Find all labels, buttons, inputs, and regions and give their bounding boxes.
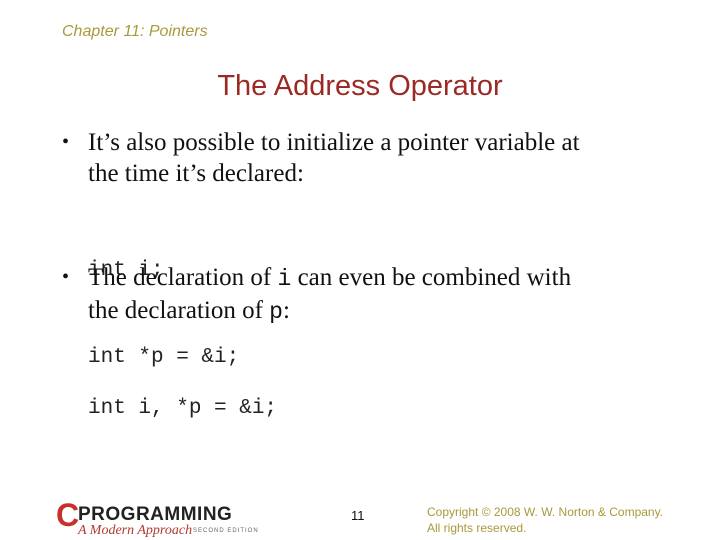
- bullet-line: It’s also possible to initialize a point…: [88, 129, 580, 156]
- copyright: Copyright © 2008 W. W. Norton & Company.…: [427, 504, 663, 536]
- bullet-icon: •: [62, 131, 70, 153]
- logo-c-icon: C: [56, 497, 80, 533]
- text-span: :: [282, 297, 290, 324]
- copyright-line: All rights reserved.: [427, 521, 527, 535]
- inline-code: p: [269, 299, 283, 325]
- code-block: int i, *p = &i;: [88, 336, 277, 452]
- bullet-text: It’s also possible to initialize a point…: [88, 127, 688, 189]
- book-logo: C PROGRAMMING A Modern Approach SECOND E…: [56, 497, 276, 540]
- copyright-line: Copyright © 2008 W. W. Norton & Company.: [427, 505, 664, 519]
- chapter-header: Chapter 11: Pointers: [62, 23, 208, 40]
- code-line: int i, *p = &i;: [88, 397, 278, 420]
- slide-title: The Address Operator: [217, 70, 503, 102]
- bullet-line: the time it’s declared:: [88, 160, 304, 187]
- page-number: 11: [351, 508, 365, 523]
- logo-edition: SECOND EDITION: [193, 528, 259, 534]
- bullet-text: The declaration of i can even be combine…: [88, 262, 688, 328]
- inline-code: i: [277, 266, 292, 292]
- text-span: The declaration of: [88, 264, 278, 291]
- bullet-line: The declaration of i can even be combine…: [88, 262, 688, 295]
- logo-subtitle: A Modern Approach: [78, 523, 193, 538]
- bullet-line: the declaration of p:: [88, 295, 688, 328]
- text-span: can even be combined with: [291, 264, 572, 291]
- text-span: the declaration of: [88, 297, 270, 324]
- bullet-icon: •: [62, 266, 70, 288]
